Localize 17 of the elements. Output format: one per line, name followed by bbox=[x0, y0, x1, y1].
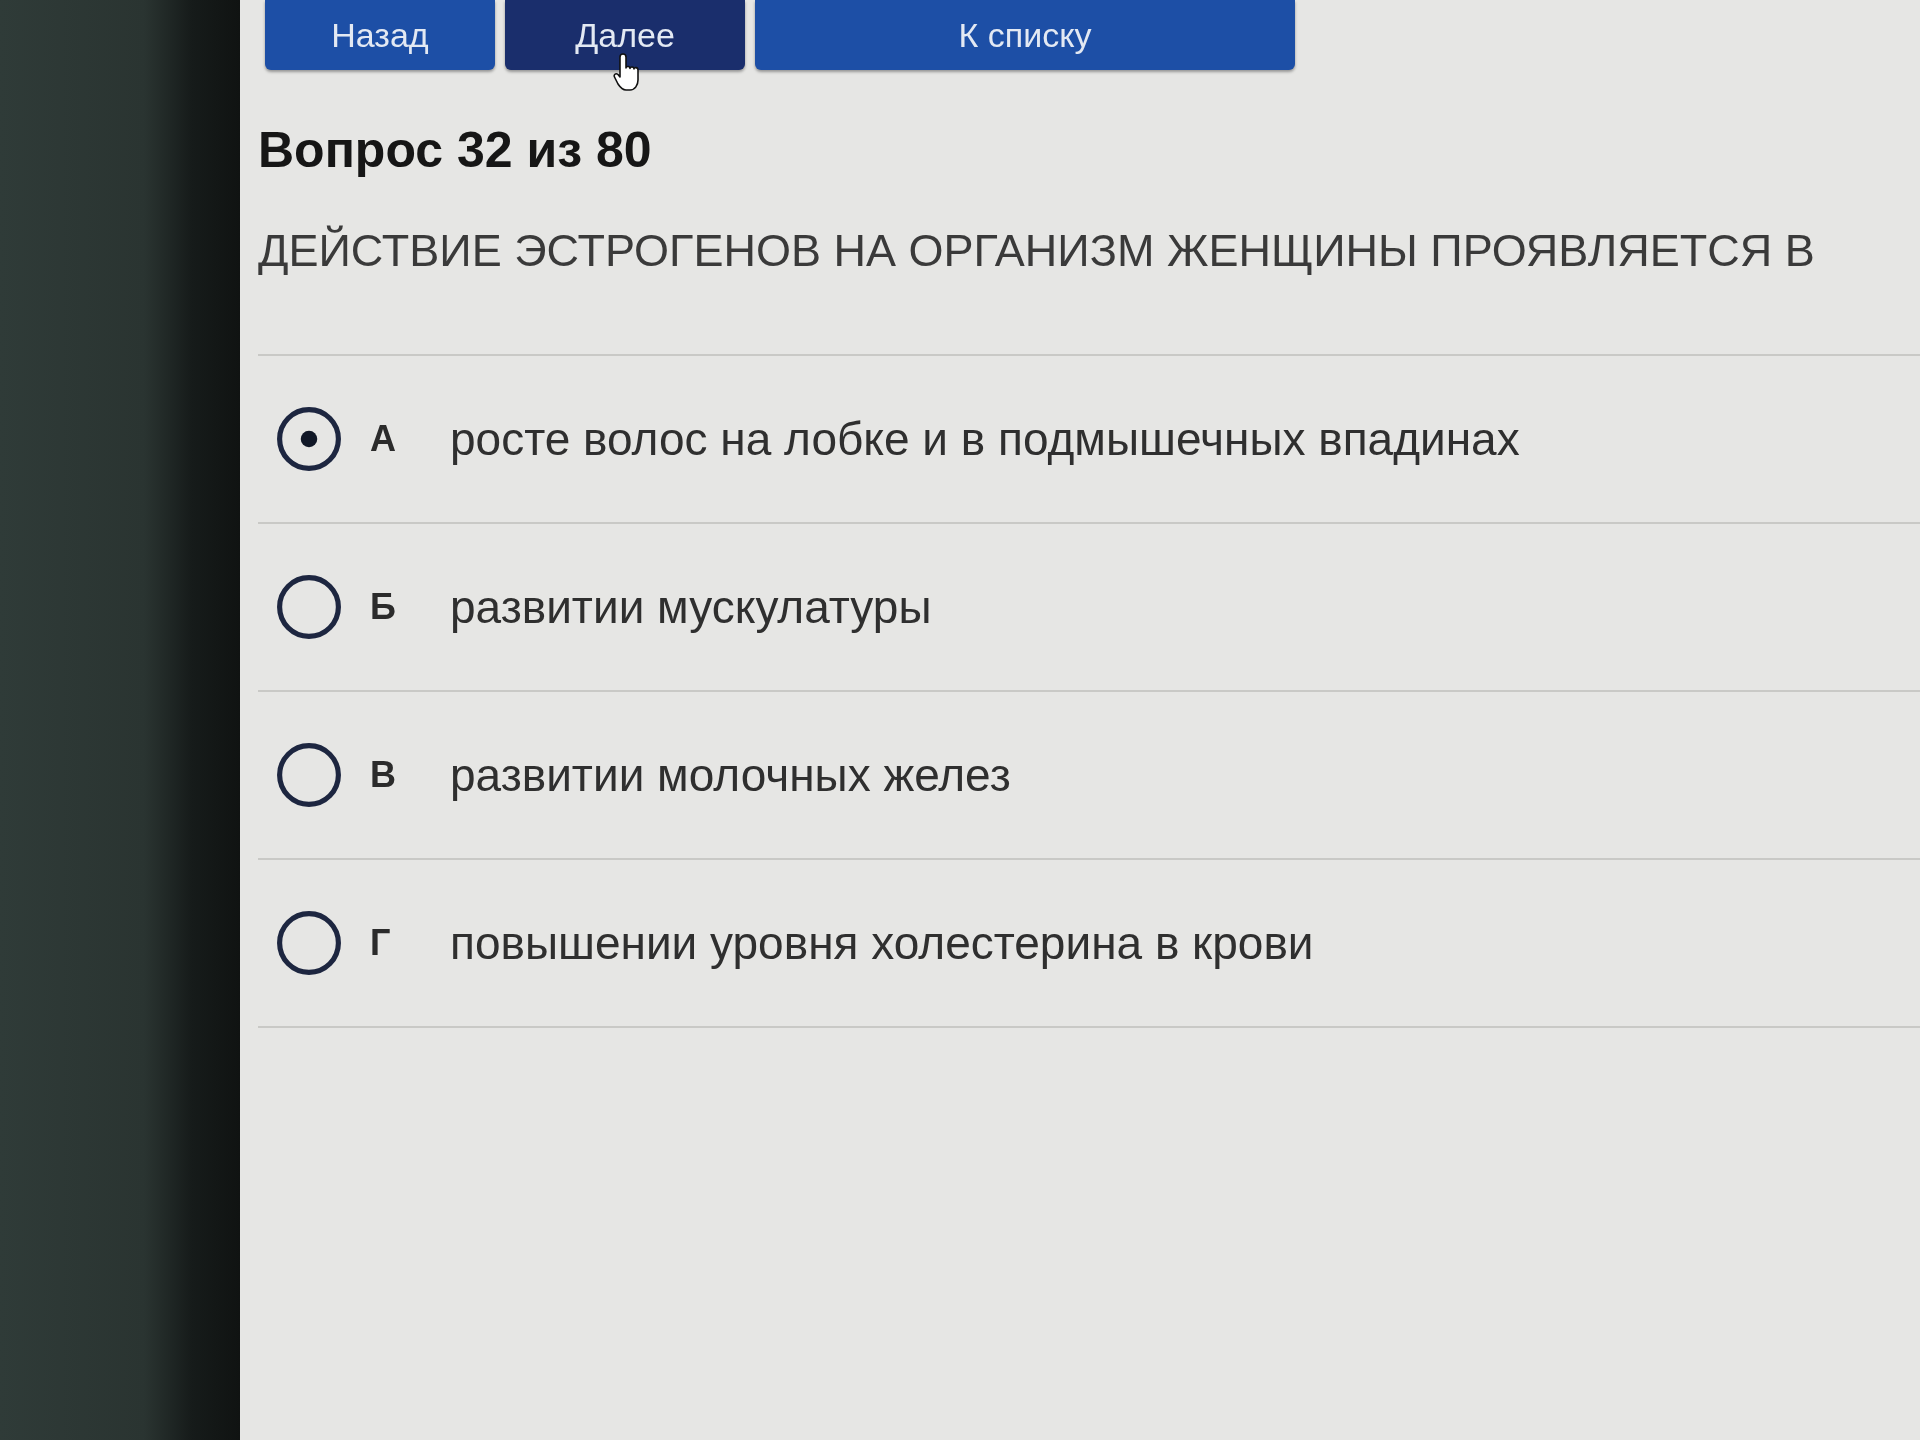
option-letter: А bbox=[370, 418, 397, 460]
option-letter: В bbox=[370, 754, 397, 796]
question-text: ДЕЙСТВИЕ ЭСТРОГЕНОВ НА ОРГАНИЗМ ЖЕНЩИНЫ ПРОЯВЛЯЕТСЯ В bbox=[258, 224, 1816, 278]
nav-button[interactable]: К списку bbox=[755, 0, 1295, 70]
radio-button[interactable] bbox=[276, 742, 342, 808]
option-text: развитии молочных желез bbox=[450, 748, 1011, 802]
radio-button[interactable] bbox=[276, 910, 342, 976]
option-letter: Б bbox=[370, 586, 397, 628]
nav-button[interactable]: Назад bbox=[265, 0, 495, 70]
radio-button[interactable] bbox=[276, 574, 342, 640]
option-text: повышении уровня холестерина в крови bbox=[450, 916, 1314, 970]
option-text: развитии мускулатуры bbox=[450, 580, 932, 634]
nav-button[interactable]: Далее bbox=[505, 0, 745, 70]
question-number: Вопрос 32 из 80 bbox=[258, 121, 653, 180]
option-text: росте волос на лобке и в подмышечных впадинах bbox=[450, 412, 1520, 466]
radio-button[interactable] bbox=[276, 406, 342, 472]
option-letter: Г bbox=[370, 922, 392, 964]
